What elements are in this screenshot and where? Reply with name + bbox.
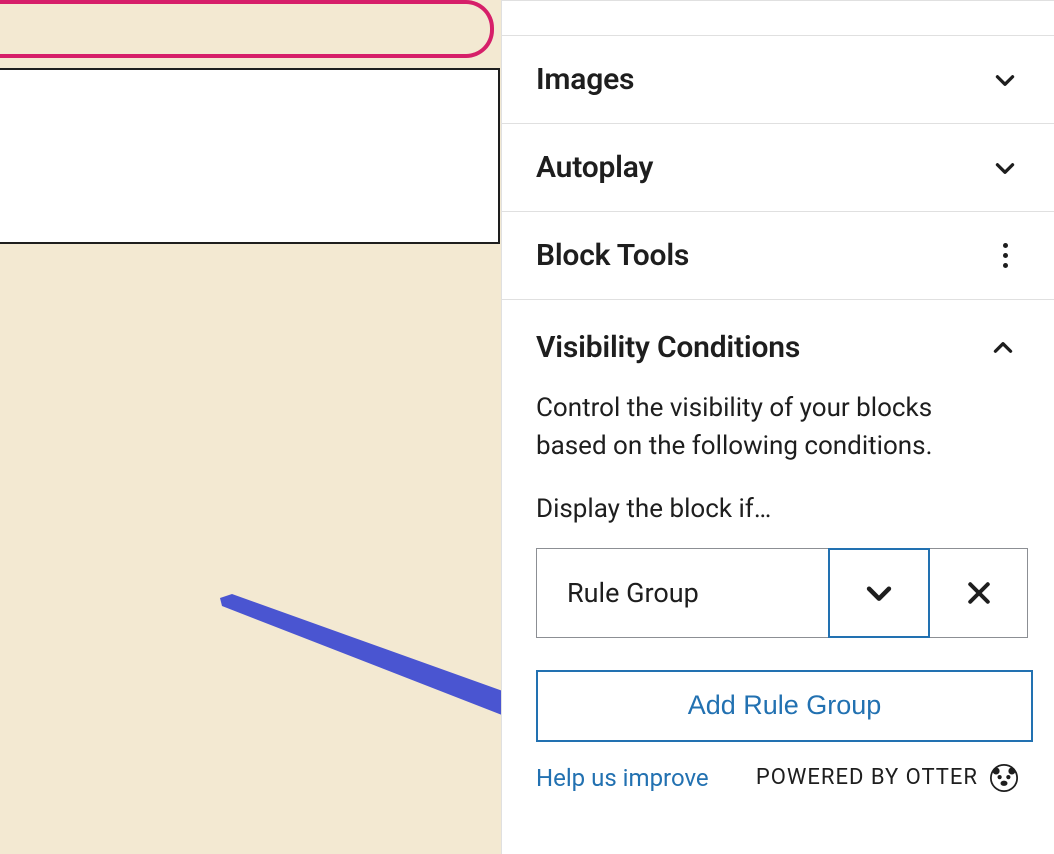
rule-group-remove-button[interactable] bbox=[930, 548, 1028, 638]
rule-group-select-label: Rule Group bbox=[567, 577, 699, 609]
visibility-footer: Help us improve POWERED BY OTTER bbox=[536, 764, 1028, 792]
add-rule-group-button[interactable]: Add Rule Group bbox=[536, 670, 1033, 742]
powered-by-otter: POWERED BY OTTER bbox=[756, 764, 1018, 792]
editor-canvas bbox=[0, 0, 501, 854]
rule-group-select[interactable]: Rule Group bbox=[536, 548, 829, 638]
help-us-improve-link[interactable]: Help us improve bbox=[536, 764, 709, 792]
empty-block[interactable] bbox=[0, 68, 500, 244]
panel-images[interactable]: Images bbox=[502, 35, 1054, 123]
panel-visibility-conditions: Visibility Conditions Control the visibi… bbox=[502, 299, 1054, 792]
app-stage: Images Autoplay Block Tools Visibility C… bbox=[0, 0, 1054, 854]
chevron-down-icon bbox=[992, 155, 1018, 181]
powered-by-label: POWERED BY OTTER bbox=[756, 765, 978, 790]
panel-block-tools-title: Block Tools bbox=[536, 238, 689, 273]
otter-logo-icon bbox=[990, 764, 1018, 792]
panel-visibility-header[interactable]: Visibility Conditions bbox=[536, 300, 1028, 389]
rule-group-row: Rule Group bbox=[536, 548, 1028, 638]
selected-block-outline[interactable] bbox=[0, 0, 494, 58]
panel-divider-top bbox=[502, 0, 1054, 35]
rule-group-expand-button[interactable] bbox=[828, 548, 930, 638]
settings-sidebar: Images Autoplay Block Tools Visibility C… bbox=[501, 0, 1054, 854]
panel-autoplay-title: Autoplay bbox=[536, 150, 653, 185]
visibility-description: Control the visibility of your blocks ba… bbox=[536, 389, 1028, 466]
chevron-up-icon bbox=[990, 335, 1016, 361]
panel-visibility-title: Visibility Conditions bbox=[536, 330, 800, 365]
visibility-display-label: Display the block if… bbox=[536, 494, 1028, 524]
kebab-menu-icon[interactable] bbox=[992, 243, 1018, 269]
panel-block-tools[interactable]: Block Tools bbox=[502, 211, 1054, 299]
panel-images-title: Images bbox=[536, 62, 634, 97]
panel-autoplay[interactable]: Autoplay bbox=[502, 123, 1054, 211]
chevron-down-icon bbox=[992, 67, 1018, 93]
